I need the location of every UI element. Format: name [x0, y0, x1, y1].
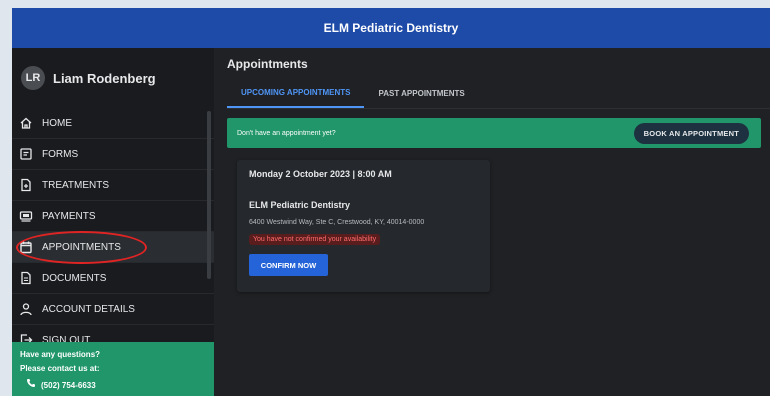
sidebar-item-forms[interactable]: FORMS	[12, 139, 214, 170]
appointment-clinic: ELM Pediatric Dentistry	[249, 200, 351, 210]
avatar: LR	[21, 66, 45, 90]
sidebar-item-label: TREATMENTS	[42, 179, 110, 191]
sidebar-item-label: HOME	[42, 117, 72, 129]
confirm-now-button[interactable]: CONFIRM NOW	[249, 254, 328, 276]
phone-icon	[26, 378, 41, 393]
sidebar-item-appointments[interactable]: APPOINTMENTS	[12, 232, 214, 263]
sidebar-scrollbar[interactable]	[207, 111, 211, 279]
user-profile[interactable]: LR Liam Rodenberg	[12, 48, 214, 108]
confirmation-warning: You have not confirmed your availability	[249, 234, 381, 245]
sidebar-item-label: FORMS	[42, 148, 79, 160]
sidebar: LR Liam Rodenberg HOME FORMS TREATMENTS	[12, 48, 214, 396]
book-banner: Don't have an appointment yet? BOOK AN A…	[227, 118, 761, 148]
help-box: Have any questions? Please contact us at…	[12, 342, 214, 396]
sidebar-item-payments[interactable]: PAYMENTS	[12, 201, 214, 232]
sidebar-item-label: DOCUMENTS	[42, 272, 107, 284]
appointment-datetime: Monday 2 October 2023 | 8:00 AM	[249, 169, 392, 179]
appointment-address: 6400 Westwind Way, Ste C, Crestwood, KY,…	[249, 219, 425, 226]
sidebar-item-treatments[interactable]: TREATMENTS	[12, 170, 214, 201]
top-bar: ELM Pediatric Dentistry	[12, 8, 770, 48]
sidebar-item-label: APPOINTMENTS	[42, 241, 121, 253]
phone-link[interactable]: (502) 754-6633	[20, 378, 214, 393]
clinic-title: ELM Pediatric Dentistry	[323, 21, 459, 35]
treatments-icon	[19, 178, 33, 192]
help-contact: Please contact us at:	[20, 364, 100, 373]
tab-upcoming-appointments[interactable]: UPCOMING APPOINTMENTS	[227, 78, 365, 108]
banner-text: Don't have an appointment yet?	[237, 129, 336, 137]
user-name: Liam Rodenberg	[53, 70, 156, 86]
sidebar-item-account-details[interactable]: ACCOUNT DETAILS	[12, 294, 214, 325]
person-icon	[19, 302, 33, 316]
phone-number: (502) 754-6633	[41, 380, 96, 390]
app-window: ELM Pediatric Dentistry LR Liam Rodenber…	[12, 8, 770, 396]
appointment-card: Monday 2 October 2023 | 8:00 AM ELM Pedi…	[237, 160, 490, 292]
page-title: Appointments	[227, 57, 308, 71]
payments-icon	[19, 209, 33, 223]
sidebar-item-label: PAYMENTS	[42, 210, 96, 222]
home-icon	[19, 116, 33, 130]
sidebar-item-home[interactable]: HOME	[12, 108, 214, 139]
forms-icon	[19, 147, 33, 161]
document-icon	[19, 271, 33, 285]
appointment-tabs: UPCOMING APPOINTMENTS PAST APPOINTMENTS	[227, 78, 770, 109]
main-content: Appointments UPCOMING APPOINTMENTS PAST …	[214, 48, 770, 396]
tab-past-appointments[interactable]: PAST APPOINTMENTS	[364, 78, 478, 108]
calendar-icon	[19, 240, 33, 254]
sidebar-item-label: ACCOUNT DETAILS	[42, 303, 135, 315]
sidebar-item-documents[interactable]: DOCUMENTS	[12, 263, 214, 294]
book-appointment-button[interactable]: BOOK AN APPOINTMENT	[633, 122, 749, 144]
help-question: Have any questions?	[20, 350, 101, 359]
